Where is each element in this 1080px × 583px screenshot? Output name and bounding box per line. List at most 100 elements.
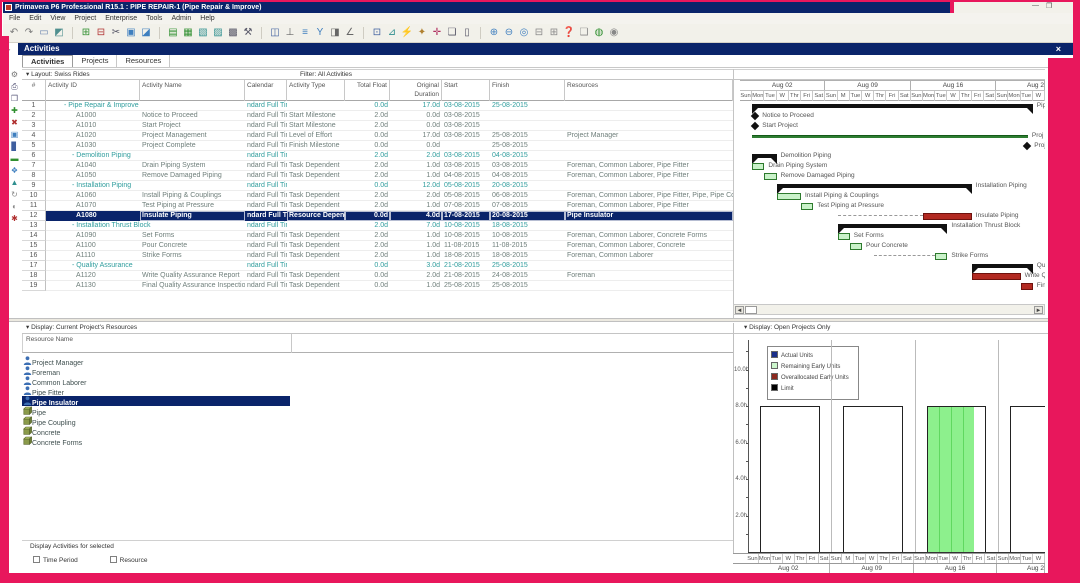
table-row[interactable]: 19A1130Final Quality Assurance Inspectio…	[22, 281, 733, 291]
zoom-out-icon[interactable]: ⊖	[502, 26, 516, 40]
table-row[interactable]: 2A1000Notice to Proceedndard Full TimeSt…	[22, 111, 733, 121]
menu-item-file[interactable]: File	[9, 15, 20, 22]
table-row[interactable]: 12A1080Insulate Pipingndard Full TimeRes…	[22, 211, 733, 221]
table-row[interactable]: 10A1060Install Piping & Couplingsndard F…	[22, 191, 733, 201]
relationships-icon[interactable]: ⊿	[385, 26, 399, 40]
chat-icon[interactable]: ❑	[577, 26, 591, 40]
menu-item-help[interactable]: Help	[200, 15, 214, 22]
timescale-icon[interactable]: ◨	[328, 26, 342, 40]
table-row[interactable]: 18A1120Write Quality Assurance Reportnda…	[22, 271, 733, 281]
resource-row[interactable]: Common Laborer	[22, 376, 290, 386]
menu-item-tools[interactable]: Tools	[146, 15, 162, 22]
resource-row[interactable]: Pipe Coupling	[22, 416, 290, 426]
add-activity-icon[interactable]: ⊞	[79, 26, 93, 40]
table-font-icon[interactable]: ⊥	[283, 26, 297, 40]
column-header-activity-id[interactable]: Activity ID	[46, 80, 140, 101]
world-icon[interactable]: ◍	[592, 26, 606, 40]
table-row[interactable]: 11A1070Test Piping at Pressurendard Full…	[22, 201, 733, 211]
table-row[interactable]: 16A1110Strike Formsndard Full TimeTask D…	[22, 251, 733, 261]
table-row[interactable]: 8A1050Remove Damaged Pipingndard Full Ti…	[22, 171, 733, 181]
cut-icon[interactable]: ✂	[109, 26, 123, 40]
tab-activities[interactable]: Activities	[22, 55, 73, 67]
column-header--[interactable]: #	[22, 80, 46, 101]
global-change-icon[interactable]: ⚒	[241, 26, 255, 40]
print-preview-icon[interactable]: ❒	[9, 93, 20, 104]
menu-item-view[interactable]: View	[50, 15, 65, 22]
table-row[interactable]: 4A1020Project Managementndard Full TimeL…	[22, 131, 733, 141]
gantt-bar-summary[interactable]	[777, 184, 972, 188]
filters-icon[interactable]: Y	[313, 26, 327, 40]
column-header-start[interactable]: Start	[442, 80, 490, 101]
table-row[interactable]: 14A1090Set Formsndard Full TimeTask Depe…	[22, 231, 733, 241]
column-header-finish[interactable]: Finish	[490, 80, 565, 101]
columns-icon[interactable]: ◫	[268, 26, 282, 40]
print-icon[interactable]: ⎙	[9, 81, 20, 92]
table-row[interactable]: 5A1030Project Completendard Full TimeFin…	[22, 141, 733, 151]
gantt-bar-task[interactable]	[838, 233, 850, 240]
curtain-icon[interactable]: ▯	[460, 26, 474, 40]
menu-item-project[interactable]: Project	[74, 15, 96, 22]
hint-help-icon[interactable]: ❓	[562, 26, 576, 40]
table-row[interactable]: 7A1040Drain Piping Systemndard Full Time…	[22, 161, 733, 171]
time-period-checkbox[interactable]	[33, 556, 40, 563]
gantt-bar-task[interactable]	[850, 243, 862, 250]
menu-item-edit[interactable]: Edit	[29, 15, 41, 22]
zoom-in-icon[interactable]: ⊕	[487, 26, 501, 40]
gantt-bar-task[interactable]	[752, 163, 764, 170]
scroll-right-icon[interactable]: ►	[1034, 306, 1043, 314]
table-row[interactable]: 3A1010Start Projectndard Full TimeStart …	[22, 121, 733, 131]
gantt-bar-task[interactable]	[801, 203, 813, 210]
trace-logic-icon[interactable]: ⚡	[400, 26, 414, 40]
activity-details-icon[interactable]: ⊡	[370, 26, 384, 40]
column-header-activity-name[interactable]: Activity Name	[140, 80, 245, 101]
horizontal-splitter[interactable]	[9, 318, 1048, 322]
paste-icon[interactable]: ◪	[139, 26, 153, 40]
scroll-left-icon[interactable]: ◄	[735, 306, 744, 314]
progress-spotlight-icon[interactable]: ✦	[415, 26, 429, 40]
resource-row[interactable]: Pipe Insulator	[22, 396, 290, 406]
group-sort-icon[interactable]: ≡	[298, 26, 312, 40]
column-header-activity-type[interactable]: Activity Type	[287, 80, 345, 101]
layout-options-bar[interactable]: ▾ Layout: Swiss Rides Filter: All Activi…	[22, 69, 1045, 80]
resource-row[interactable]: Pipe Fitter	[22, 386, 290, 396]
gantt-milestone[interactable]	[751, 122, 759, 130]
resource-checkbox[interactable]	[110, 556, 117, 563]
schedule-f9-icon[interactable]: ▬	[9, 153, 20, 164]
bar-settings-icon[interactable]: ∠	[343, 26, 357, 40]
menu-item-enterprise[interactable]: Enterprise	[105, 15, 137, 22]
gantt-bar-critical[interactable]	[972, 273, 1021, 280]
delete-activity-icon[interactable]: ⊟	[94, 26, 108, 40]
column-header-calendar[interactable]: Calendar	[245, 80, 287, 101]
column-header-total-float[interactable]: Total Float	[345, 80, 390, 101]
close-view-icon[interactable]: ×	[1056, 43, 1061, 55]
gantt-bar-task[interactable]	[935, 253, 947, 260]
critical-icon[interactable]: ✱	[9, 213, 20, 224]
resource-row[interactable]: Foreman	[22, 366, 290, 376]
level-resources-icon[interactable]: ▦	[181, 26, 195, 40]
column-header-original-duration[interactable]: Original Duration	[390, 80, 442, 101]
schedule-icon[interactable]: ▤	[166, 26, 180, 40]
gantt-bar-summary[interactable]	[972, 264, 1033, 268]
resources-icon[interactable]: ❖	[9, 165, 20, 176]
table-gantt-divider[interactable]	[733, 69, 734, 318]
layout-icon[interactable]: ◩	[52, 26, 66, 40]
gantt-bar-critical[interactable]	[923, 213, 972, 220]
table-row[interactable]: 1- Pipe Repair & Improvendard Full Time0…	[22, 101, 733, 111]
table-row[interactable]: 17- Quality Assurancendard Full Time0.0d…	[22, 261, 733, 271]
store-period-icon[interactable]: ▩	[226, 26, 240, 40]
refresh-icon[interactable]: ↻	[9, 189, 20, 200]
resource-row[interactable]: Concrete Forms	[22, 436, 290, 446]
gantt-bar-summary[interactable]	[752, 154, 776, 158]
summarize-icon[interactable]: ▨	[211, 26, 225, 40]
gantt-bar-task[interactable]	[764, 173, 776, 180]
table-row[interactable]: 13- Installation Thrust Blockndard Full …	[22, 221, 733, 231]
notebook-icon[interactable]: ❏	[445, 26, 459, 40]
undo-icon[interactable]: ↶	[7, 26, 21, 40]
chart-icon[interactable]: ▊	[9, 141, 20, 152]
scroll-thumb[interactable]	[745, 306, 757, 314]
table-row[interactable]: 9- Installation Pipingndard Full Time0.0…	[22, 181, 733, 191]
gantt-milestone[interactable]	[1023, 142, 1031, 150]
expand-icon[interactable]: ⊞	[547, 26, 561, 40]
resource-row[interactable]: Pipe	[22, 406, 290, 416]
info-icon[interactable]: ◉	[607, 26, 621, 40]
